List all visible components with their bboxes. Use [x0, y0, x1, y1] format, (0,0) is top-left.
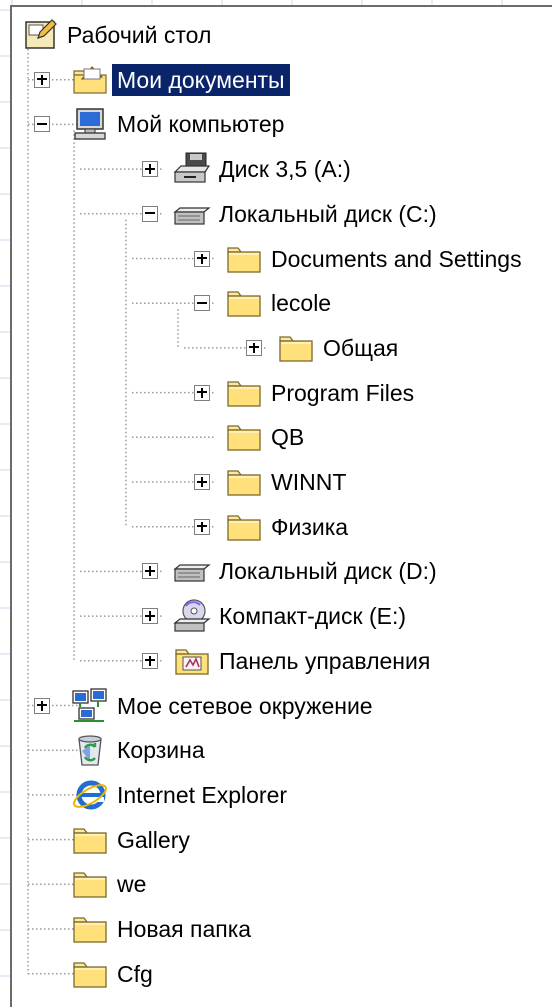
- internet-explorer-icon: [70, 776, 110, 814]
- desktop-icon: [20, 16, 60, 54]
- tree-item-label: Панель управления: [219, 647, 431, 674]
- tree-item-label: lecole: [271, 290, 332, 317]
- tree-item-desktop[interactable]: Рабочий стол: [0, 15, 552, 55]
- tree-item-label: Program Files: [271, 379, 415, 406]
- control-panel-icon: [172, 642, 212, 680]
- folder-icon: [70, 821, 110, 859]
- hard-drive-icon: [172, 552, 212, 590]
- floppy-drive-icon: [172, 150, 212, 188]
- folder-icon: [224, 284, 264, 322]
- tree-item-control-panel[interactable]: Панель управления: [0, 641, 552, 681]
- expand-toggle-icon[interactable]: [142, 608, 158, 625]
- tree-item-label: Физика: [271, 513, 349, 540]
- tree-item-fizika[interactable]: Физика: [0, 507, 552, 547]
- folder-icon: [224, 463, 264, 501]
- tree-item-gallery[interactable]: Gallery: [0, 820, 552, 860]
- expand-toggle-icon[interactable]: [34, 71, 50, 88]
- tree-item-label: Мое сетевое окружение: [117, 692, 373, 719]
- tree-item-floppy[interactable]: Диск 3,5 (A:): [0, 149, 552, 189]
- folder-icon: [224, 508, 264, 546]
- tree-item-label: Gallery: [117, 826, 190, 853]
- tree-item-cd-drive-e[interactable]: Компакт-диск (E:): [0, 596, 552, 636]
- tree-item-label: Cfg: [117, 960, 153, 987]
- tree-item-lecole[interactable]: lecole: [0, 283, 552, 323]
- tree-item-label: Мои документы: [112, 63, 290, 96]
- network-places-icon: [70, 687, 110, 725]
- expand-toggle-icon[interactable]: [142, 161, 158, 178]
- expand-toggle-icon[interactable]: [142, 563, 158, 580]
- folder-tree[interactable]: Рабочий стол Мои документы Мой компьютер Ди…: [0, 0, 552, 1007]
- tree-item-label: Локальный диск (C:): [219, 200, 437, 227]
- folder-icon: [224, 418, 264, 456]
- tree-item-obshchaya[interactable]: Общая: [0, 328, 552, 368]
- collapse-toggle-icon[interactable]: [34, 116, 50, 133]
- expand-toggle-icon[interactable]: [194, 474, 210, 490]
- my-documents-icon: [70, 61, 110, 99]
- tree-item-my-computer[interactable]: Мой компьютер: [0, 104, 552, 144]
- expand-toggle-icon[interactable]: [194, 250, 210, 267]
- tree-item-network[interactable]: Мое сетевое окружение: [0, 686, 552, 726]
- tree-item-label: Рабочий стол: [67, 22, 212, 48]
- tree-item-qb[interactable]: QB: [0, 417, 552, 457]
- expand-toggle-icon[interactable]: [142, 652, 158, 669]
- computer-icon: [70, 105, 110, 143]
- tree-item-label: Новая папка: [117, 916, 252, 942]
- tree-item-label: we: [117, 871, 147, 898]
- tree-item-novaya-papka[interactable]: Новая папка: [0, 909, 552, 949]
- tree-item-label: Локальный диск (D:): [219, 558, 437, 585]
- tree-item-program-files[interactable]: Program Files: [0, 373, 552, 413]
- tree-item-we[interactable]: we: [0, 864, 552, 904]
- tree-item-label: Диск 3,5 (A:): [219, 156, 351, 183]
- tree-item-label: WINNT: [271, 469, 347, 495]
- tree-item-internet-explorer[interactable]: Internet Explorer: [0, 775, 552, 815]
- tree-item-label: Мой компьютер: [117, 111, 285, 138]
- collapse-toggle-icon[interactable]: [142, 205, 158, 222]
- hard-drive-icon: [172, 195, 212, 233]
- cd-drive-icon: [172, 597, 212, 635]
- tree-item-winnt[interactable]: WINNT: [0, 462, 552, 502]
- tree-item-label: Корзина: [117, 737, 205, 764]
- expand-toggle-icon[interactable]: [194, 384, 210, 401]
- folder-icon: [70, 910, 110, 948]
- recycle-bin-icon: [70, 731, 110, 769]
- tree-item-label: Компакт-диск (E:): [219, 603, 407, 630]
- tree-item-my-documents[interactable]: Мои документы: [0, 60, 552, 100]
- folder-icon: [276, 329, 316, 367]
- tree-item-drive-c[interactable]: Локальный диск (C:): [0, 194, 552, 234]
- folder-icon: [224, 374, 264, 412]
- tree-item-recycle-bin[interactable]: Корзина: [0, 730, 552, 770]
- tree-item-label: Documents and Settings: [271, 245, 522, 272]
- collapse-toggle-icon[interactable]: [194, 295, 210, 312]
- expand-toggle-icon[interactable]: [194, 518, 210, 535]
- folder-icon: [70, 955, 110, 993]
- tree-item-label: Internet Explorer: [117, 781, 288, 808]
- folder-icon: [224, 240, 264, 278]
- tree-item-label: Общая: [323, 334, 399, 361]
- expand-toggle-icon[interactable]: [246, 339, 262, 356]
- tree-item-label: QB: [271, 424, 305, 451]
- tree-item-cfg[interactable]: Cfg: [0, 954, 552, 994]
- folder-icon: [70, 865, 110, 903]
- tree-item-documents-and-settings[interactable]: Documents and Settings: [0, 239, 552, 279]
- expand-toggle-icon[interactable]: [34, 697, 50, 714]
- tree-item-drive-d[interactable]: Локальный диск (D:): [0, 551, 552, 591]
